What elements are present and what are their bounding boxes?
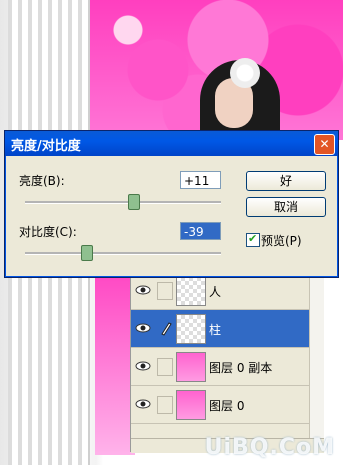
contrast-input[interactable]: -39 bbox=[180, 222, 221, 240]
link-toggle[interactable] bbox=[157, 358, 173, 376]
layer-name: 人 bbox=[209, 285, 222, 299]
contrast-slider-thumb[interactable] bbox=[80, 245, 93, 261]
layer-name: 图层 0 副本 bbox=[209, 361, 273, 375]
layer-thumbnail bbox=[176, 314, 206, 344]
eye-icon[interactable] bbox=[135, 320, 151, 336]
dialog-titlebar[interactable]: 亮度/对比度 ✕ bbox=[5, 131, 338, 156]
layer-thumbnail bbox=[176, 390, 206, 420]
brightness-slider[interactable] bbox=[25, 201, 221, 204]
dialog-title: 亮度/对比度 bbox=[11, 139, 81, 154]
ok-button[interactable]: 好 bbox=[246, 171, 326, 191]
watermark-text: UiBQ.CoM bbox=[204, 435, 335, 460]
link-toggle[interactable] bbox=[157, 396, 173, 414]
cancel-button[interactable]: 取消 bbox=[246, 197, 326, 217]
layer-row-copy[interactable]: 图层 0 副本 bbox=[131, 348, 324, 386]
link-toggle[interactable] bbox=[157, 282, 173, 300]
preview-label: 预览(P) bbox=[261, 234, 302, 248]
eye-icon[interactable] bbox=[135, 396, 151, 412]
eye-icon[interactable] bbox=[135, 282, 151, 298]
layer-name: 柱 bbox=[209, 323, 222, 337]
brightness-slider-thumb[interactable] bbox=[127, 194, 140, 210]
layer-thumbnail bbox=[176, 352, 206, 382]
layer-row-zhu[interactable]: 柱 bbox=[131, 310, 324, 348]
layer-name: 图层 0 bbox=[209, 399, 245, 413]
brightness-label: 亮度(B): bbox=[19, 174, 65, 188]
checkmark-icon: ✔ bbox=[248, 232, 258, 245]
eye-icon[interactable] bbox=[135, 358, 151, 374]
brightness-contrast-dialog: 亮度/对比度 ✕ 亮度(B): +11 对比度(C): -39 好 取消 ✔ 预… bbox=[4, 130, 339, 278]
layer-row-base[interactable]: 图层 0 bbox=[131, 386, 324, 424]
contrast-slider[interactable] bbox=[25, 252, 221, 255]
hair-flower-image bbox=[230, 58, 260, 88]
lower-blossom-image bbox=[95, 275, 135, 455]
brightness-input[interactable]: +11 bbox=[180, 171, 221, 189]
brush-icon bbox=[159, 320, 173, 336]
layer-thumbnail bbox=[176, 276, 206, 306]
preview-checkbox[interactable]: ✔ bbox=[246, 232, 260, 247]
close-button[interactable]: ✕ bbox=[314, 134, 335, 155]
layers-panel: 人 柱 图层 0 副本 图层 0 bbox=[130, 272, 324, 453]
layers-scrollbar[interactable] bbox=[309, 272, 324, 438]
contrast-label: 对比度(C): bbox=[19, 225, 77, 239]
